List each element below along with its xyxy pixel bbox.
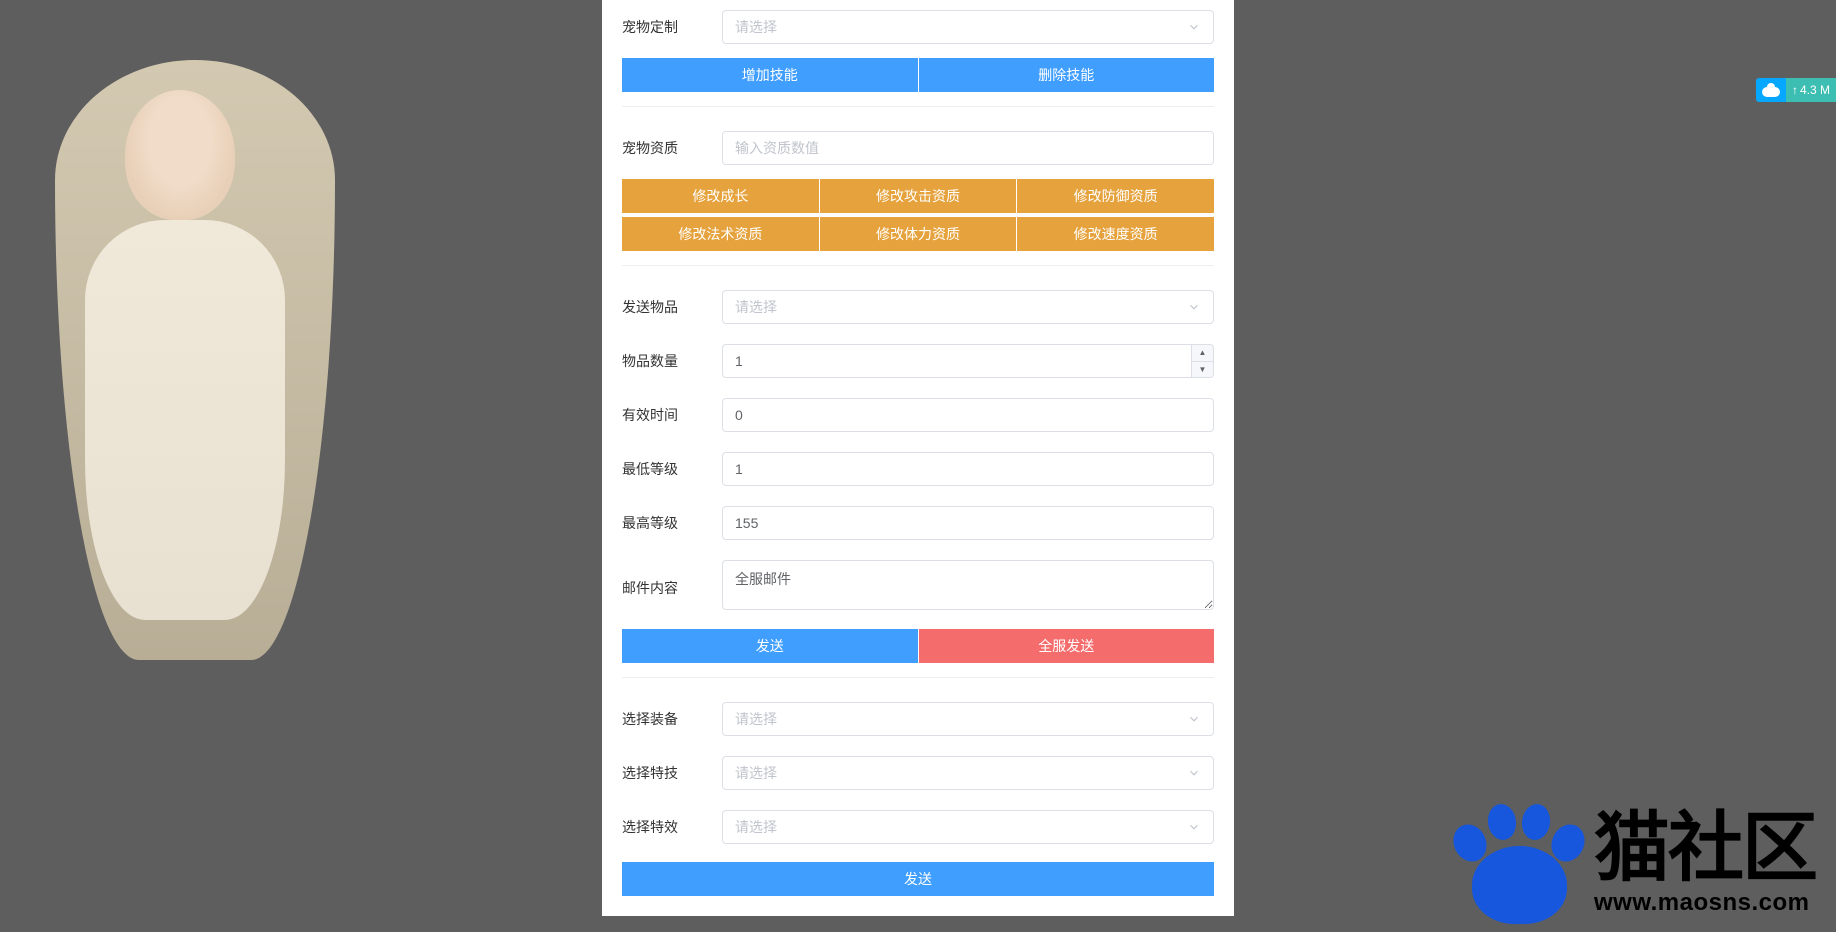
send-item-label: 发送物品 [622, 297, 722, 317]
watermark-url: www.maosns.com [1594, 889, 1816, 917]
pet-qualification-label: 宠物资质 [622, 138, 722, 158]
add-skill-button[interactable]: 增加技能 [622, 58, 918, 92]
chevron-down-icon [1187, 820, 1201, 834]
effect-select[interactable]: 请选择 [722, 810, 1214, 844]
min-level-input[interactable] [722, 452, 1214, 486]
send-all-button[interactable]: 全服发送 [919, 629, 1215, 663]
chevron-down-icon [1187, 20, 1201, 34]
network-widget: ↑ 4.3 M [1756, 78, 1836, 102]
qualification-input[interactable] [722, 131, 1214, 165]
chevron-down-icon [1187, 712, 1201, 726]
item-qty-label: 物品数量 [622, 351, 722, 371]
paw-icon [1454, 804, 1584, 924]
qty-decrement-button[interactable]: ▼ [1192, 362, 1213, 378]
select-placeholder-text: 请选择 [735, 763, 777, 783]
pet-custom-label: 宠物定制 [622, 17, 722, 37]
modify-growth-button[interactable]: 修改成长 [622, 179, 819, 213]
modify-attack-button[interactable]: 修改攻击资质 [820, 179, 1017, 213]
mail-content-label: 邮件内容 [622, 578, 722, 598]
background-figure-image [5, 40, 385, 760]
modify-magic-button[interactable]: 修改法术资质 [622, 217, 819, 251]
modify-speed-button[interactable]: 修改速度资质 [1017, 217, 1214, 251]
divider [622, 106, 1214, 107]
equip-send-button[interactable]: 发送 [622, 862, 1214, 896]
watermark: 猫社区 www.maosns.com [1454, 804, 1816, 924]
cloud-icon [1762, 83, 1780, 97]
upload-arrow-icon: ↑ [1792, 83, 1798, 97]
send-item-select[interactable]: 请选择 [722, 290, 1214, 324]
divider [622, 677, 1214, 678]
speed-value: 4.3 M [1800, 83, 1830, 97]
send-button[interactable]: 发送 [622, 629, 918, 663]
remove-skill-button[interactable]: 删除技能 [919, 58, 1215, 92]
valid-time-label: 有效时间 [622, 405, 722, 425]
mail-content-textarea[interactable] [722, 560, 1214, 610]
pet-custom-select[interactable]: 请选择 [722, 10, 1214, 44]
special-select[interactable]: 请选择 [722, 756, 1214, 790]
watermark-title: 猫社区 [1594, 811, 1816, 887]
min-level-label: 最低等级 [622, 459, 722, 479]
select-equip-label: 选择装备 [622, 709, 722, 729]
max-level-input[interactable] [722, 506, 1214, 540]
equip-select[interactable]: 请选择 [722, 702, 1214, 736]
upload-speed-badge[interactable]: ↑ 4.3 M [1786, 78, 1836, 102]
select-special-label: 选择特技 [622, 763, 722, 783]
divider [622, 265, 1214, 266]
select-placeholder-text: 请选择 [735, 817, 777, 837]
admin-panel: 宠物定制 请选择 增加技能 删除技能 宠物资质 修改成长 修改攻击资质 修改防御… [602, 0, 1234, 916]
cloud-icon-badge[interactable] [1756, 78, 1786, 102]
item-qty-input[interactable] [722, 344, 1214, 378]
select-placeholder-text: 请选择 [735, 709, 777, 729]
chevron-down-icon [1187, 300, 1201, 314]
modify-stamina-button[interactable]: 修改体力资质 [820, 217, 1017, 251]
modify-defense-button[interactable]: 修改防御资质 [1017, 179, 1214, 213]
valid-time-input[interactable] [722, 398, 1214, 432]
max-level-label: 最高等级 [622, 513, 722, 533]
select-placeholder-text: 请选择 [735, 297, 777, 317]
chevron-down-icon [1187, 766, 1201, 780]
select-effect-label: 选择特效 [622, 817, 722, 837]
qty-increment-button[interactable]: ▲ [1192, 345, 1213, 362]
select-placeholder-text: 请选择 [735, 17, 777, 37]
